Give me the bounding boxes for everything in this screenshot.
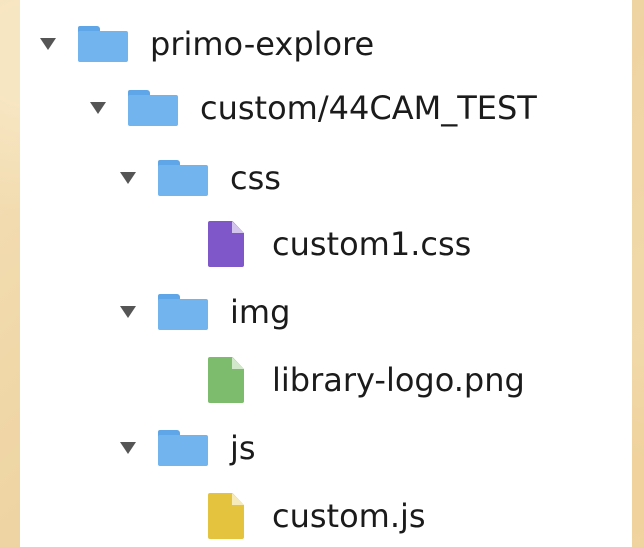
tree-item-js[interactable]: js: [120, 418, 256, 478]
tree-item-label: css: [230, 159, 281, 197]
tree-item-label: custom1.css: [272, 225, 472, 263]
tree-item-custom-44cam-test[interactable]: custom/44CAM_TEST: [90, 78, 537, 138]
folder-icon: [158, 294, 208, 330]
image-file-icon: [208, 357, 244, 403]
tree-item-label: js: [230, 429, 256, 467]
expand-arrow-icon[interactable]: [120, 442, 136, 454]
tree-item-label: img: [230, 293, 291, 331]
file-tree-panel: primo-explore custom/44CAM_TEST css cust…: [20, 0, 632, 547]
expand-arrow-icon[interactable]: [120, 306, 136, 318]
tree-item-label: custom.js: [272, 497, 426, 535]
tree-item-library-logo-png[interactable]: library-logo.png: [208, 350, 525, 410]
tree-item-label: library-logo.png: [272, 361, 525, 399]
tree-item-label: custom/44CAM_TEST: [200, 89, 537, 127]
folder-icon: [78, 26, 128, 62]
expand-arrow-icon[interactable]: [40, 38, 56, 50]
tree-item-custom1-css[interactable]: custom1.css: [208, 214, 471, 274]
tree-item-custom-js[interactable]: custom.js: [208, 486, 426, 546]
tree-item-primo-explore[interactable]: primo-explore: [40, 14, 374, 74]
folder-icon: [158, 160, 208, 196]
expand-arrow-icon[interactable]: [90, 102, 106, 114]
tree-item-label: primo-explore: [150, 25, 375, 63]
expand-arrow-icon[interactable]: [120, 172, 136, 184]
tree-item-css[interactable]: css: [120, 148, 281, 208]
tree-item-img[interactable]: img: [120, 282, 290, 342]
folder-icon: [158, 430, 208, 466]
css-file-icon: [208, 221, 244, 267]
js-file-icon: [208, 493, 244, 539]
folder-icon: [128, 90, 178, 126]
